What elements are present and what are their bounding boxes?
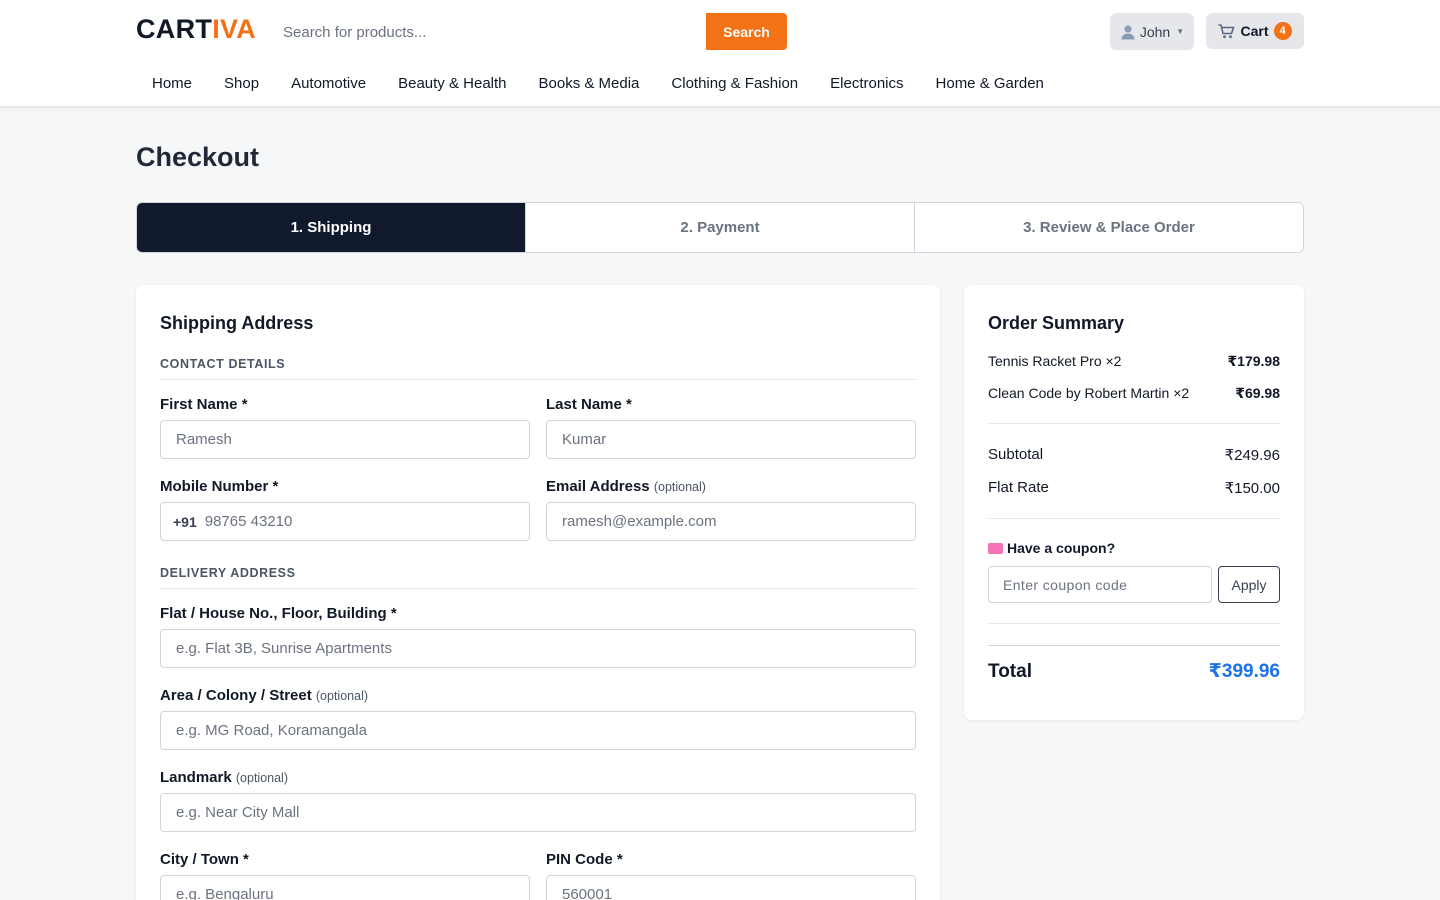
shipping-title: Shipping Address (160, 313, 314, 333)
logo[interactable]: CARTIVA (136, 14, 256, 45)
summary-item-name: Tennis Racket Pro ×2 (988, 353, 1122, 369)
summary-item-amount: ₹179.98 (1227, 353, 1280, 369)
landmark-label: Landmark (optional) (160, 769, 288, 786)
nav-item-automotive[interactable]: Automotive (275, 70, 382, 97)
flat-input[interactable] (160, 629, 916, 668)
nav-item-clothing-fashion[interactable]: Clothing & Fashion (655, 70, 814, 97)
coupon-label: Have a coupon? (988, 540, 1115, 556)
landmark-input[interactable] (160, 793, 916, 832)
page-title: Checkout (136, 142, 260, 172)
subtotal-amount: ₹249.96 (1224, 447, 1280, 464)
city-input[interactable] (160, 875, 530, 900)
shipping-fee-row: Flat Rate ₹150.00 (988, 479, 1280, 497)
summary-item: Tennis Racket Pro ×2 ₹179.98 (988, 353, 1280, 370)
total-amount: ₹399.96 (1208, 661, 1280, 682)
summary-item-name: Clean Code by Robert Martin ×2 (988, 385, 1190, 401)
search-input[interactable] (268, 14, 706, 50)
mobile-input[interactable] (196, 503, 529, 540)
email-label: Email Address (optional) (546, 478, 706, 495)
total-label: Total (988, 660, 1032, 682)
nav-item-books-media[interactable]: Books & Media (523, 70, 656, 97)
optional-tag: (optional) (653, 480, 706, 494)
cart-count-badge: 4 (1273, 22, 1292, 40)
coupon-input[interactable] (988, 566, 1212, 603)
logo-main: CART (136, 14, 213, 44)
shipping-fee-label: Flat Rate (988, 479, 1049, 496)
summary-divider (988, 623, 1280, 624)
nav-item-home[interactable]: Home (136, 70, 208, 97)
first-name-label: First Name * (160, 396, 248, 413)
cart-button[interactable]: Cart 4 (1206, 13, 1304, 49)
email-input[interactable] (546, 502, 916, 541)
ticket-icon (988, 542, 1003, 554)
user-icon (1121, 25, 1135, 39)
checkout-steps: 1. Shipping 2. Payment 3. Review & Place… (136, 202, 1304, 253)
first-name-input[interactable] (160, 420, 530, 459)
user-name: John (1139, 23, 1171, 40)
main-nav: Home Shop Automotive Beauty & Health Boo… (136, 70, 1060, 97)
nav-item-shop[interactable]: Shop (208, 70, 275, 97)
landmark-label-text: Landmark (160, 769, 232, 786)
mobile-label: Mobile Number * (160, 478, 279, 495)
summary-divider (988, 423, 1280, 424)
coupon-label-text: Have a coupon? (1007, 540, 1116, 556)
delivery-address-heading: DELIVERY ADDRESS (160, 566, 916, 589)
optional-tag: (optional) (315, 689, 369, 703)
city-label: City / Town * (160, 851, 249, 868)
nav-item-beauty-health[interactable]: Beauty & Health (382, 70, 522, 97)
apply-coupon-button[interactable]: Apply (1218, 566, 1280, 603)
nav-item-electronics[interactable]: Electronics (814, 70, 919, 97)
summary-divider (988, 645, 1280, 646)
logo-accent: IVA (212, 14, 257, 44)
order-summary-card: Order Summary Tennis Racket Pro ×2 ₹179.… (964, 285, 1304, 720)
subtotal-row: Subtotal ₹249.96 (988, 446, 1280, 464)
area-label-text: Area / Colony / Street (160, 687, 312, 704)
nav-item-home-garden[interactable]: Home & Garden (920, 70, 1060, 97)
last-name-label: Last Name * (546, 396, 632, 413)
cart-icon (1218, 23, 1236, 38)
search-button[interactable]: Search (706, 13, 787, 50)
order-summary-title: Order Summary (988, 313, 1125, 333)
pin-label: PIN Code * (546, 851, 623, 868)
step-shipping[interactable]: 1. Shipping (137, 203, 525, 252)
contact-details-heading: CONTACT DETAILS (160, 357, 916, 380)
email-label-text: Email Address (546, 478, 650, 495)
flat-label: Flat / House No., Floor, Building * (160, 605, 397, 622)
cart-label: Cart (1240, 23, 1269, 39)
subtotal-label: Subtotal (988, 446, 1044, 463)
pin-input[interactable] (546, 875, 916, 900)
shipping-fee-amount: ₹150.00 (1224, 480, 1280, 497)
summary-item: Clean Code by Robert Martin ×2 ₹69.98 (988, 385, 1280, 402)
last-name-input[interactable] (546, 420, 916, 459)
summary-divider (988, 518, 1280, 519)
site-header: CARTIVA Search John ▼ Cart 4 Home Shop A… (0, 0, 1440, 107)
chevron-down-icon: ▼ (1176, 27, 1185, 36)
mobile-field: +91 (160, 502, 530, 541)
summary-item-amount: ₹69.98 (1235, 385, 1280, 401)
area-label: Area / Colony / Street (optional) (160, 687, 368, 704)
country-code-prefix: +91 (173, 513, 197, 530)
optional-tag: (optional) (235, 771, 288, 785)
user-menu-button[interactable]: John ▼ (1110, 13, 1194, 50)
area-input[interactable] (160, 711, 916, 750)
shipping-card: Shipping Address CONTACT DETAILS First N… (136, 285, 940, 900)
step-payment[interactable]: 2. Payment (525, 203, 914, 252)
step-review[interactable]: 3. Review & Place Order (914, 203, 1303, 252)
total-row: Total ₹399.96 (988, 660, 1280, 683)
